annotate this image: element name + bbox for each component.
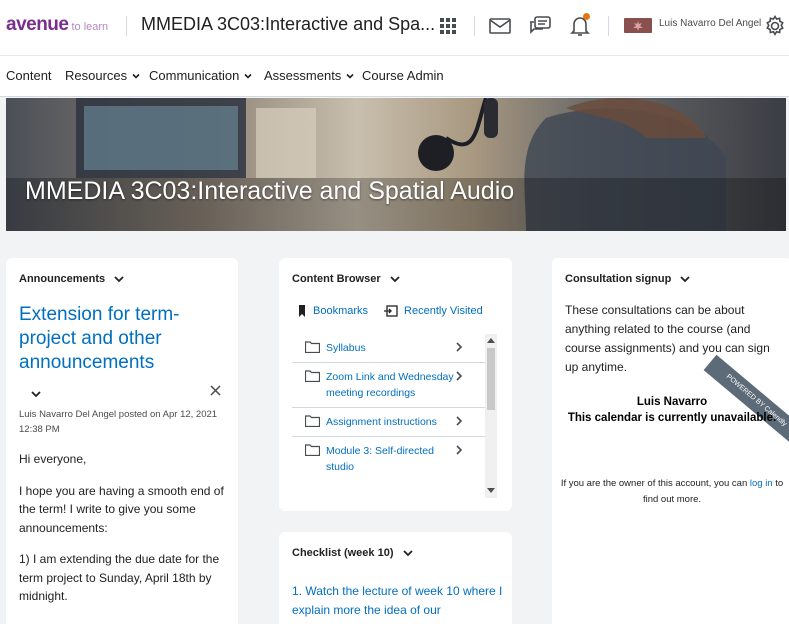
- scroll-up-icon[interactable]: [487, 337, 495, 343]
- folder-icon: [305, 444, 320, 456]
- content-browser-list: Syllabus Zoom Link and Wednesday meeting…: [292, 334, 485, 481]
- bookmarks-link[interactable]: Bookmarks: [313, 305, 368, 317]
- checklist-widget: Checklist (week 10) 1. Watch the lecture…: [279, 532, 512, 624]
- gear-icon[interactable]: [761, 12, 789, 40]
- consultation-widget: Consultation signup These consultations …: [552, 258, 789, 624]
- recently-visited-icon: [384, 305, 398, 317]
- checklist-header[interactable]: Checklist (week 10): [292, 547, 414, 559]
- list-item[interactable]: Assignment instructions: [292, 408, 485, 437]
- announcement-paragraph: 1) I am extending the due date for the t…: [19, 552, 220, 603]
- nav-assessments-label: Assessments: [264, 68, 342, 83]
- mail-icon[interactable]: [486, 12, 514, 40]
- chevron-right-icon: [456, 416, 463, 426]
- calendar-owner-name: Luis Navarro: [636, 396, 708, 408]
- header-divider: [608, 16, 609, 36]
- calendar-unavailable-text: This calendar is currently unavailable.: [567, 412, 777, 424]
- announcement-meta: Luis Navarro Del Angel posted on Apr 12,…: [19, 409, 218, 435]
- announcement-paragraph: I hope you are having a smooth end of th…: [19, 483, 224, 535]
- nav-assessments[interactable]: Assessments: [264, 68, 355, 83]
- bookmark-icon: [299, 305, 305, 317]
- header-divider: [474, 16, 475, 36]
- chevron-down-icon: [244, 73, 252, 79]
- chevron-right-icon: [456, 371, 463, 381]
- content-browser-header[interactable]: Content Browser: [292, 273, 401, 285]
- avatar[interactable]: [624, 18, 652, 33]
- chevron-down-icon: [680, 276, 690, 283]
- owner-note: If you are the owner of this account, yo…: [552, 476, 789, 508]
- announcement-body: Hi everyone, I hope you are having a smo…: [19, 450, 231, 619]
- log-in-link[interactable]: log in: [750, 478, 773, 489]
- chevron-down-icon: [346, 73, 354, 79]
- consultation-header-label: Consultation signup: [565, 273, 672, 285]
- chevron-right-icon: [456, 342, 463, 352]
- scroll-down-icon[interactable]: [487, 488, 495, 494]
- chevron-down-icon: [389, 276, 400, 283]
- folder-icon: [305, 341, 320, 353]
- chat-icon[interactable]: [526, 12, 554, 40]
- course-banner-image: MMEDIA 3C03:Interactive and Spatial Audi…: [6, 98, 786, 231]
- announcement-paragraph: Hi everyone,: [19, 452, 87, 466]
- list-item[interactable]: Module 3: Self-directed studio: [292, 437, 485, 481]
- folder-icon: [305, 370, 320, 382]
- logo-subtext: to learn: [71, 21, 109, 33]
- nav-content-label: Content: [6, 68, 52, 83]
- nav-communication-label: Communication: [149, 68, 240, 83]
- folder-icon: [305, 415, 320, 427]
- checklist-item-link[interactable]: 1. Watch the lecture of week 10 where I …: [292, 582, 504, 620]
- bell-icon[interactable]: [566, 12, 594, 40]
- content-browser-widget: Content Browser Bookmarks Recently Visit…: [279, 258, 512, 511]
- consultation-description: These consultations can be about anythin…: [565, 303, 770, 374]
- chevron-right-icon: [456, 445, 463, 455]
- nav-resources-label: Resources: [65, 68, 128, 83]
- announcement-title-link[interactable]: Extension for term-project and other ann…: [19, 303, 219, 375]
- nav-course-admin[interactable]: Course Admin: [362, 68, 444, 83]
- list-item[interactable]: Zoom Link and Wednesday meeting recordin…: [292, 363, 485, 408]
- content-browser-links: Bookmarks Recently Visited: [297, 305, 483, 317]
- scrollbar[interactable]: [485, 334, 497, 498]
- checklist-header-label: Checklist (week 10): [292, 547, 394, 559]
- chevron-down-icon: [402, 550, 413, 557]
- avenue-logo[interactable]: avenue to learn: [6, 14, 108, 36]
- banner-illustration: [6, 98, 786, 231]
- chevron-down-icon: [132, 73, 140, 79]
- header-divider: [126, 16, 127, 36]
- nav-course-admin-label: Course Admin: [362, 68, 444, 83]
- course-navbar: Content Resources Communication Assessme…: [0, 56, 789, 97]
- close-icon[interactable]: [210, 385, 221, 396]
- notification-dot: [583, 13, 590, 20]
- grid-icon[interactable]: [434, 12, 462, 40]
- user-name[interactable]: Luis Navarro Del Angel: [659, 18, 761, 29]
- announcements-widget: Announcements Extension for term-project…: [6, 258, 238, 624]
- recently-visited-link[interactable]: Recently Visited: [404, 305, 483, 317]
- course-title[interactable]: MMEDIA 3C03:Interactive and Spa...: [141, 14, 435, 35]
- list-item[interactable]: Syllabus: [292, 334, 485, 363]
- owner-note-text: If you are the owner of this account, yo…: [560, 478, 748, 489]
- announcements-header-label: Announcements: [19, 273, 106, 285]
- nav-communication[interactable]: Communication: [149, 68, 253, 83]
- nav-resources[interactable]: Resources: [65, 68, 141, 83]
- content-browser-header-label: Content Browser: [292, 273, 381, 285]
- consultation-header[interactable]: Consultation signup: [565, 273, 691, 285]
- top-header: avenue to learn MMEDIA 3C03:Interactive a…: [0, 0, 789, 56]
- banner-title: MMEDIA 3C03:Interactive and Spatial Audi…: [25, 177, 515, 205]
- chevron-down-icon: [114, 276, 124, 283]
- logo-text: avenue: [6, 14, 69, 35]
- nav-content[interactable]: Content: [6, 68, 52, 83]
- scrollbar-thumb[interactable]: [487, 348, 495, 410]
- chevron-down-icon[interactable]: [30, 389, 42, 399]
- announcements-header[interactable]: Announcements: [19, 273, 125, 285]
